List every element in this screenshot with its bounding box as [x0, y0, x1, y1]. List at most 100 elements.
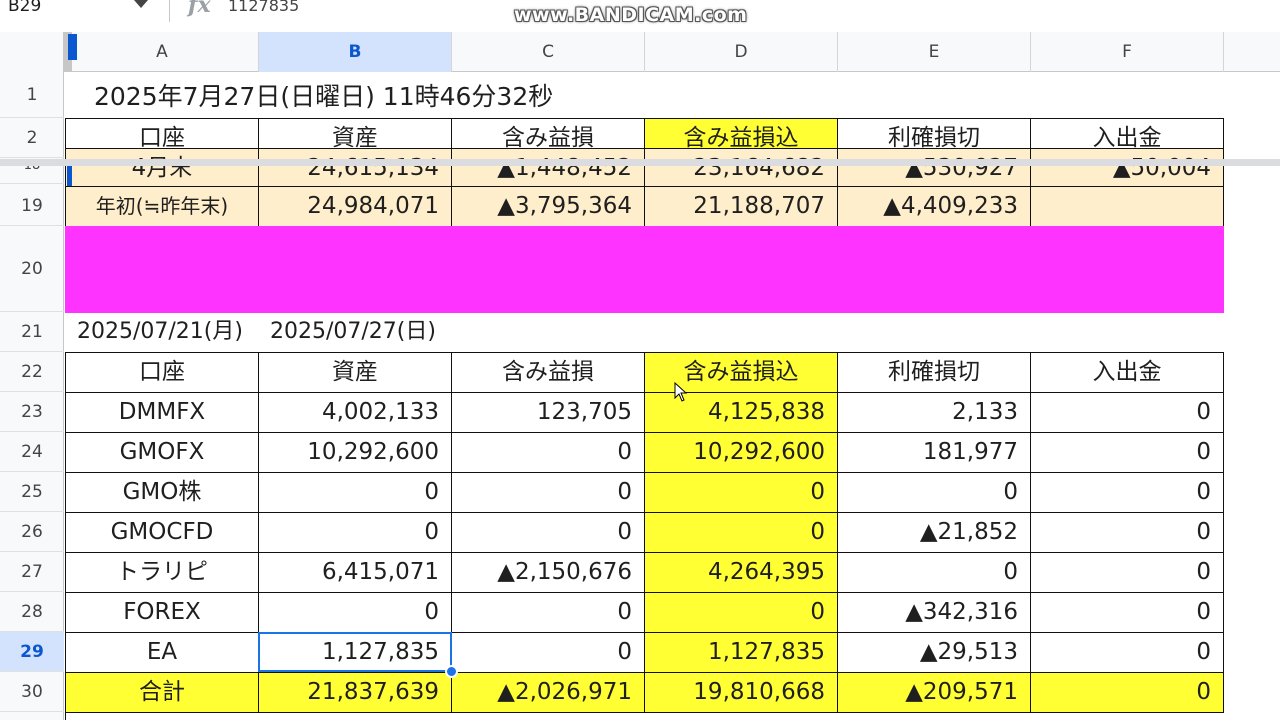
cell-account-name[interactable]: GMOCFD	[65, 512, 259, 553]
cell-asset[interactable]: 10,292,600	[258, 432, 452, 473]
cell-unrealized[interactable]: ▲2,150,676	[451, 552, 645, 593]
cell-unrealized-incl[interactable]: 1,127,835	[644, 632, 838, 673]
cell-account-name[interactable]: GMO株	[65, 472, 259, 513]
cell-row18-unrealized[interactable]: ▲1,448,452	[451, 148, 645, 187]
cell-asset[interactable]: 4,002,133	[258, 392, 452, 433]
cell-account-name[interactable]: FOREX	[65, 592, 259, 633]
header-cell-account[interactable]: 口座	[65, 352, 259, 393]
cell-unrealized[interactable]: 123,705	[451, 392, 645, 433]
header-cell-asset[interactable]: 資産	[258, 352, 452, 393]
cell-account-name[interactable]: DMMFX	[65, 392, 259, 433]
cell-unrealized[interactable]: 0	[451, 432, 645, 473]
total-asset[interactable]: 21,837,639	[258, 672, 452, 713]
cell-unrealized-incl[interactable]: 0	[644, 592, 838, 633]
column-header-c[interactable]: C	[452, 32, 645, 72]
total-unrealized[interactable]: ▲2,026,971	[451, 672, 645, 713]
cell-account-name[interactable]: トラリピ	[65, 552, 259, 593]
column-header-a[interactable]: A	[66, 32, 259, 72]
row-header[interactable]: 24	[0, 432, 64, 472]
cell-deposit[interactable]: 0	[1030, 592, 1224, 633]
magenta-cell[interactable]	[837, 226, 1031, 313]
cell-unrealized[interactable]: 0	[451, 512, 645, 553]
cell-unrealized-incl[interactable]: 10,292,600	[644, 432, 838, 473]
magenta-cell[interactable]	[258, 226, 452, 313]
formula-input[interactable]: 1127835	[228, 0, 299, 18]
cell-account-name[interactable]: GMOFX	[65, 432, 259, 473]
cell-realized[interactable]: 0	[837, 472, 1031, 513]
column-header-d[interactable]: D	[645, 32, 838, 72]
name-box[interactable]: B29	[0, 0, 140, 18]
freeze-divider[interactable]	[0, 159, 1280, 166]
chevron-down-icon[interactable]	[134, 0, 148, 8]
cell-asset[interactable]: 0	[258, 472, 452, 513]
cell-realized[interactable]: 181,977	[837, 432, 1031, 473]
title-datetime[interactable]: 2025年7月27日(日曜日) 11時46分32秒	[82, 78, 782, 118]
header-cell-realized[interactable]: 利確損切	[837, 352, 1031, 393]
header-cell-deposit[interactable]: 入出金	[1030, 352, 1224, 393]
cell-deposit[interactable]: 0	[1030, 432, 1224, 473]
cell-row19-asset[interactable]: 24,984,071	[258, 186, 452, 227]
row-header[interactable]: 26	[0, 512, 64, 552]
cell-row19-unrealized-incl[interactable]: 21,188,707	[644, 186, 838, 227]
cell-account-name[interactable]: EA	[65, 632, 259, 673]
cell-realized[interactable]: ▲21,852	[837, 512, 1031, 553]
column-header-e[interactable]: E	[838, 32, 1031, 72]
cell-row18-asset[interactable]: 24,615,134	[258, 148, 452, 187]
magenta-cell[interactable]	[65, 226, 259, 313]
cell-row18-unrealized-incl[interactable]: 23,164,682	[644, 148, 838, 187]
row-header[interactable]: 23	[0, 392, 64, 432]
cell-asset[interactable]: 0	[258, 512, 452, 553]
cell-asset[interactable]: 0	[258, 592, 452, 633]
cell-realized[interactable]: 0	[837, 552, 1031, 593]
cell-selection-outline[interactable]	[258, 632, 452, 672]
row-header[interactable]: 22	[0, 352, 64, 392]
fill-handle[interactable]	[445, 665, 458, 678]
fx-icon: fx	[188, 0, 211, 18]
cell-deposit[interactable]: 0	[1030, 552, 1224, 593]
cell-realized[interactable]: ▲29,513	[837, 632, 1031, 673]
row-header[interactable]: 2	[0, 118, 64, 158]
cell-deposit[interactable]: 0	[1030, 472, 1224, 513]
row-header[interactable]: 30	[0, 672, 64, 712]
magenta-cell[interactable]	[451, 226, 645, 313]
cell-unrealized[interactable]: 0	[451, 592, 645, 633]
total-unrealized-incl[interactable]: 19,810,668	[644, 672, 838, 713]
cell-deposit[interactable]: 0	[1030, 512, 1224, 553]
select-all-corner[interactable]	[0, 32, 64, 72]
cell-unrealized[interactable]: 0	[451, 632, 645, 673]
row-header[interactable]: 28	[0, 592, 64, 632]
cell-row19-realized[interactable]: ▲4,409,233	[837, 186, 1031, 227]
header-cell-unrealized[interactable]: 含み益損	[451, 352, 645, 393]
total-realized[interactable]: ▲209,571	[837, 672, 1031, 713]
row-header[interactable]: 1	[0, 72, 64, 118]
row-header[interactable]: 29	[0, 632, 64, 672]
row-header[interactable]: 25	[0, 472, 64, 512]
total-deposit[interactable]: 0	[1030, 672, 1224, 713]
date-to[interactable]: 2025/07/27(日)	[258, 313, 458, 353]
cell-unrealized-incl[interactable]: 0	[644, 512, 838, 553]
column-header-f[interactable]: F	[1031, 32, 1224, 72]
row-header[interactable]: 21	[0, 312, 64, 352]
cell-row18-label[interactable]: 4月末	[65, 148, 259, 187]
cell-row19-deposit[interactable]	[1030, 186, 1224, 227]
magenta-cell[interactable]	[644, 226, 838, 313]
cell-row18-deposit[interactable]: ▲50,004	[1030, 148, 1224, 187]
cell-realized[interactable]: 2,133	[837, 392, 1031, 433]
cell-row18-realized[interactable]: ▲530,927	[837, 148, 1031, 187]
row-header[interactable]: 19	[0, 186, 64, 226]
cell-realized[interactable]: ▲342,316	[837, 592, 1031, 633]
cell-unrealized[interactable]: 0	[451, 472, 645, 513]
cell-unrealized-incl[interactable]: 4,264,395	[644, 552, 838, 593]
column-header-b[interactable]: B	[259, 32, 452, 72]
cell-row19-unrealized[interactable]: ▲3,795,364	[451, 186, 645, 227]
cell-unrealized-incl[interactable]: 0	[644, 472, 838, 513]
cell-deposit[interactable]: 0	[1030, 392, 1224, 433]
total-label[interactable]: 合計	[65, 672, 259, 713]
row-header[interactable]: 20	[0, 226, 64, 312]
cell-deposit[interactable]: 0	[1030, 632, 1224, 673]
cell-asset[interactable]: 6,415,071	[258, 552, 452, 593]
date-from[interactable]: 2025/07/21(月)	[65, 313, 265, 353]
magenta-cell[interactable]	[1030, 226, 1224, 313]
row-header[interactable]: 27	[0, 552, 64, 592]
cell-row19-label[interactable]: 年初(≒昨年末)	[65, 186, 259, 227]
